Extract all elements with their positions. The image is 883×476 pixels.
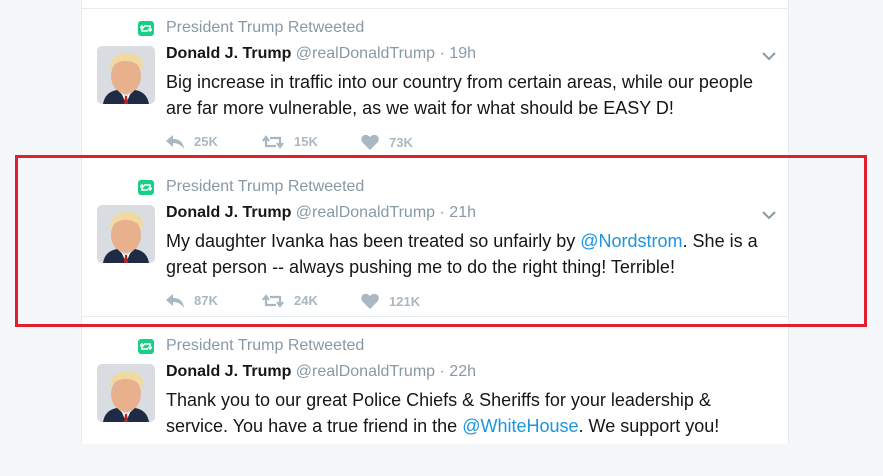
author-handle[interactable]: @realDonaldTrump	[296, 45, 435, 62]
mention-link[interactable]: @WhiteHouse	[462, 416, 578, 436]
highlight-box	[15, 155, 867, 327]
heart-icon	[361, 134, 379, 150]
retweet-button[interactable]: 15K	[262, 134, 318, 149]
avatar[interactable]	[97, 46, 155, 104]
tweet-text: Big increase in traffic into our country…	[166, 69, 766, 121]
author-name[interactable]: Donald J. Trump	[166, 363, 291, 380]
tweet-text-body: . We support you!	[578, 416, 720, 436]
retweet-icon	[138, 339, 154, 354]
reply-button[interactable]: 25K	[166, 134, 218, 149]
author-handle[interactable]: @realDonaldTrump	[296, 363, 435, 380]
like-count: 73K	[389, 134, 413, 150]
tweet-text: Thank you to our great Police Chiefs & S…	[166, 387, 766, 439]
tweet-header: Donald J. Trump @realDonaldTrump · 22h	[166, 363, 476, 380]
tweet-actions: 25K 15K 73K	[166, 134, 566, 152]
retweet-count: 15K	[294, 134, 318, 149]
tweet-card[interactable]: President Trump Retweeted Donald J. Trum…	[82, 0, 788, 158]
tweet-header: Donald J. Trump @realDonaldTrump · 19h	[166, 45, 476, 62]
tweet-text-body: Big increase in traffic into our country…	[166, 72, 753, 118]
avatar[interactable]	[97, 364, 155, 422]
retweet-context[interactable]: President Trump Retweeted	[166, 19, 364, 37]
retweet-icon	[138, 21, 154, 36]
reply-icon	[166, 134, 184, 149]
retweet-action-icon	[262, 134, 284, 149]
author-name[interactable]: Donald J. Trump	[166, 45, 291, 62]
like-button[interactable]: 73K	[361, 134, 413, 150]
tweet-time[interactable]: 19h	[449, 45, 476, 62]
tweet-card[interactable]: President Trump Retweeted Donald J. Trum…	[82, 318, 788, 476]
chevron-down-icon[interactable]	[762, 48, 776, 66]
reply-count: 25K	[194, 134, 218, 149]
tweet-time[interactable]: 22h	[449, 363, 476, 380]
retweet-context[interactable]: President Trump Retweeted	[166, 337, 364, 355]
